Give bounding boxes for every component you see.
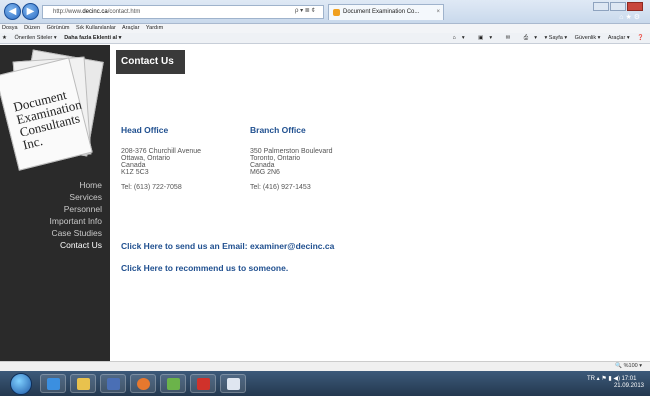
status-bar: 🔍 %100 ▾	[0, 361, 650, 371]
branch-office-city: Toronto, Ontario	[250, 155, 301, 162]
sidebar: Document Examination Consultants Inc. Ho…	[0, 45, 110, 361]
home-small-icon: ⌂	[452, 35, 456, 41]
clock[interactable]: 17:01 21.09.2013	[614, 376, 644, 390]
feeds-icon: ▣	[478, 35, 484, 41]
start-button[interactable]	[10, 373, 32, 395]
taskbar-firefox-button[interactable]	[130, 374, 156, 393]
minimize-button[interactable]	[593, 2, 609, 11]
ie-icon	[47, 378, 60, 390]
head-office-block: Head Office 208-376 Churchill Avenue Ott…	[121, 125, 251, 191]
print-command-button[interactable]: ⎙ ▾	[518, 35, 537, 41]
window-icon	[227, 378, 240, 390]
taskbar: TR ▴ ⚑ ▮ ◀) 17:01 21.09.2013	[0, 371, 650, 396]
nav-item-contact-us[interactable]: Contact Us	[50, 239, 102, 251]
back-button[interactable]: ◀	[4, 3, 21, 20]
menu-edit[interactable]: Düzen	[24, 25, 40, 31]
branch-office-phone: Tel: (416) 927-1453	[250, 184, 311, 191]
taskbar-explorer-button[interactable]	[70, 374, 96, 393]
taskbar-window-button[interactable]	[220, 374, 246, 393]
browser-window: ◀ ▶ http://www.decinc.ca/contact.htm ρ ▾…	[0, 0, 650, 396]
tab-title: Document Examination Co...	[343, 9, 420, 15]
mail-icon: ✉	[505, 35, 511, 41]
menu-file[interactable]: Dosya	[2, 25, 18, 31]
window-controls	[592, 2, 646, 12]
taskbar-media-button[interactable]	[100, 374, 126, 393]
address-prefix: http://www.	[53, 9, 83, 15]
browser-toolbar-icons: ⌂ ★ ⚙	[619, 13, 640, 21]
command-bar: ⌂ ▾ ▣ ▾ ✉ ⎙ ▾ ▾ Sayfa ▾ Güvenlik ▾ Araçlar …	[441, 33, 644, 44]
menu-tools[interactable]: Araçlar	[122, 25, 139, 31]
favorites-star-icon[interactable]: ★	[2, 35, 7, 41]
gear-icon[interactable]: ⚙	[634, 14, 640, 21]
back-arrow-icon: ◀	[8, 6, 17, 17]
get-more-addons-link[interactable]: Daha fazla Eklenti al ▾	[64, 35, 121, 41]
safety-menu[interactable]: Güvenlik ▾	[575, 35, 601, 41]
head-office-country: Canada	[121, 162, 146, 169]
head-office-city: Ottawa, Ontario	[121, 155, 171, 162]
page-viewport: Document Examination Consultants Inc. Ho…	[0, 45, 650, 361]
head-office-postal-code: K1Z 5C3	[121, 169, 149, 176]
recommend-link[interactable]: Click Here to recommend us to someone.	[121, 263, 288, 273]
home-command-button[interactable]: ⌂ ▾	[447, 35, 465, 41]
print-icon: ⎙	[523, 35, 529, 41]
address-path: /contact.htm	[107, 9, 141, 15]
zoom-control[interactable]: 🔍 %100 ▾	[615, 362, 642, 371]
star-icon[interactable]: ★	[625, 14, 631, 21]
mail-command-button[interactable]: ✉	[500, 35, 511, 41]
suggested-sites-link[interactable]: Önerilen Siteler ▾	[14, 35, 56, 41]
head-office-address-line: 208-376 Churchill Avenue	[121, 148, 202, 155]
nav-item-home[interactable]: Home	[50, 179, 102, 191]
media-icon	[107, 378, 120, 390]
taskbar-pdf-button[interactable]	[190, 374, 216, 393]
forward-arrow-icon: ▶	[26, 6, 35, 17]
nav-item-personnel[interactable]: Personnel	[50, 203, 102, 215]
app-icon	[167, 378, 180, 390]
branch-office-country: Canada	[250, 162, 275, 169]
head-office-heading: Head Office	[121, 125, 169, 135]
network-icon[interactable]: ▮	[608, 376, 611, 382]
firefox-icon	[137, 378, 150, 390]
forward-button[interactable]: ▶	[22, 3, 39, 20]
clock-time: 17:01	[621, 376, 637, 382]
help-icon[interactable]: ❓	[637, 35, 644, 41]
close-tab-icon[interactable]: ×	[436, 5, 440, 20]
tab-document-examination[interactable]: Document Examination Co... ×	[328, 4, 444, 20]
flag-icon[interactable]: ⚑	[601, 376, 606, 382]
browser-titlebar: ◀ ▶ http://www.decinc.ca/contact.htm ρ ▾…	[0, 0, 650, 24]
company-logo[interactable]: Document Examination Consultants Inc.	[0, 49, 104, 171]
address-bar[interactable]: http://www.decinc.ca/contact.htm	[42, 5, 324, 19]
page-menu[interactable]: ▾ Sayfa ▾	[544, 35, 567, 41]
menu-bar: Dosya Düzen Görünüm Sık Kullanılanlar Ar…	[0, 24, 650, 33]
close-window-button[interactable]	[627, 2, 643, 11]
nav-item-services[interactable]: Services	[50, 191, 102, 203]
email-link[interactable]: Click Here to send us an Email: examiner…	[121, 241, 334, 251]
menu-help[interactable]: Yardım	[146, 25, 163, 31]
address-controls[interactable]: ρ ▾ ≣ ¢	[295, 5, 315, 17]
home-icon[interactable]: ⌂	[619, 14, 623, 21]
branch-office-address-line: 350 Palmerston Boulevard	[250, 148, 333, 155]
tools-menu[interactable]: Araçlar ▾	[608, 35, 630, 41]
menu-view[interactable]: Görünüm	[47, 25, 70, 31]
language-indicator[interactable]: TR	[587, 376, 595, 382]
menu-favorites[interactable]: Sık Kullanılanlar	[76, 25, 116, 31]
clock-date: 21.09.2013	[613, 383, 644, 389]
maximize-button[interactable]	[610, 2, 626, 11]
taskbar-app-button[interactable]	[160, 374, 186, 393]
head-office-phone: Tel: (613) 722-7058	[121, 184, 182, 191]
branch-office-heading: Branch Office	[250, 125, 306, 135]
nav-item-case-studies[interactable]: Case Studies	[50, 227, 102, 239]
folder-icon	[77, 378, 90, 390]
favicon-icon	[333, 9, 340, 16]
zoom-icon: 🔍	[615, 363, 623, 369]
page-title: Contact Us	[116, 50, 185, 74]
address-domain: decinc.ca	[82, 9, 108, 15]
branch-office-block: Branch Office 350 Palmerston Boulevard T…	[250, 125, 380, 191]
tray-up-icon[interactable]: ▴	[597, 376, 600, 382]
branch-office-postal-code: M6G 2N6	[250, 169, 280, 176]
site-nav: Home Services Personnel Important Info C…	[50, 179, 102, 251]
feeds-command-button[interactable]: ▣ ▾	[472, 35, 492, 41]
taskbar-ie-button[interactable]	[40, 374, 66, 393]
nav-item-important-info[interactable]: Important Info	[50, 215, 102, 227]
pdf-icon	[197, 378, 210, 390]
